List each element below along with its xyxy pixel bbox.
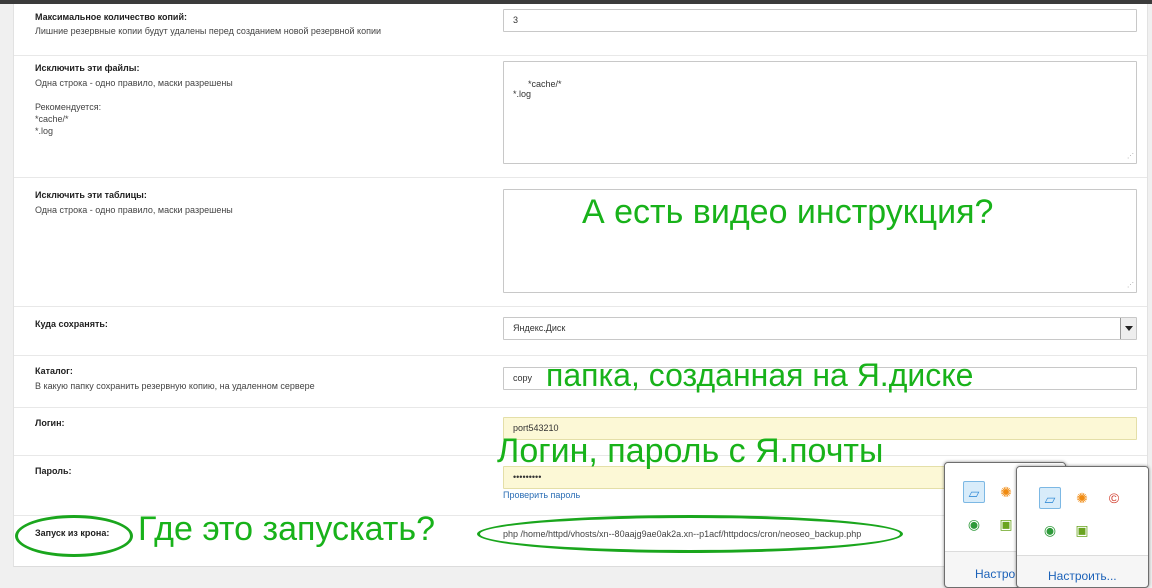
exclude-files-label: Исключить эти файлы: xyxy=(35,63,140,73)
save-to-selected: Яндекс.Диск xyxy=(513,323,566,333)
catalog-hint: В какую папку сохранить резервную копию,… xyxy=(35,381,315,391)
nvidia-icon[interactable]: ▣ xyxy=(995,513,1017,535)
ccleaner-icon[interactable]: © xyxy=(1103,487,1125,509)
annotation-video-question: А есть видео инструкция? xyxy=(582,193,994,231)
tray-customize-link[interactable]: Настроить... xyxy=(1048,569,1117,583)
dropdown-arrow-icon[interactable] xyxy=(1120,318,1136,339)
catalog-label: Каталог: xyxy=(35,366,73,376)
avast-icon[interactable]: ✺ xyxy=(995,481,1017,503)
save-to-label: Куда сохранять: xyxy=(35,319,108,329)
annotation-where-run: Где это запускать? xyxy=(138,510,435,548)
annotation-ellipse-cron-command xyxy=(477,515,903,553)
tray-customize-link[interactable]: Настро xyxy=(975,567,1015,581)
pc-icon[interactable]: ▱ xyxy=(1039,487,1061,509)
max-copies-row: Максимальное количество копий: Лишние ре… xyxy=(14,4,1147,56)
exclude-files-row: Исключить эти файлы: Одна строка - одно … xyxy=(14,56,1147,178)
check-password-link[interactable]: Проверить пароль xyxy=(503,490,580,500)
max-copies-hint: Лишние резервные копии будут удалены пер… xyxy=(35,26,382,36)
max-copies-input[interactable]: 3 xyxy=(503,9,1137,32)
tray-popup-front: ▱ ✺ © ◉ ▣ Настроить... xyxy=(1016,466,1149,588)
max-copies-label: Максимальное количество копий: xyxy=(35,12,187,22)
annotation-login-note: Логин, пароль с Я.почты xyxy=(497,432,884,470)
chrome-icon[interactable]: ◉ xyxy=(1039,519,1061,541)
save-to-select[interactable]: Яндекс.Диск xyxy=(503,317,1137,340)
exclude-files-textarea[interactable]: *cache/* *.log ⋰ xyxy=(503,61,1137,164)
chrome-icon[interactable]: ◉ xyxy=(963,513,985,535)
tray-icon-grid: ▱ ✺ © ◉ ▣ xyxy=(1017,467,1148,556)
exclude-tables-label: Исключить эти таблицы: xyxy=(35,190,147,200)
password-label: Пароль: xyxy=(35,466,72,476)
exclude-files-hint: Одна строка - одно правило, маски разреш… xyxy=(35,78,233,136)
annotation-ellipse-cron-label xyxy=(15,515,133,557)
resize-grip-icon[interactable]: ⋰ xyxy=(1127,152,1134,162)
login-label: Логин: xyxy=(35,418,65,428)
exclude-files-value: *cache/* *.log xyxy=(513,79,562,99)
annotation-folder-note: папка, созданная на Я.диске xyxy=(546,357,974,393)
nvidia-icon[interactable]: ▣ xyxy=(1071,519,1093,541)
exclude-tables-hint: Одна строка - одно правило, маски разреш… xyxy=(35,205,233,215)
resize-grip-icon[interactable]: ⋰ xyxy=(1127,281,1134,291)
save-to-row: Куда сохранять: Яндекс.Диск xyxy=(14,307,1147,356)
avast-icon[interactable]: ✺ xyxy=(1071,487,1093,509)
pc-icon[interactable]: ▱ xyxy=(963,481,985,503)
